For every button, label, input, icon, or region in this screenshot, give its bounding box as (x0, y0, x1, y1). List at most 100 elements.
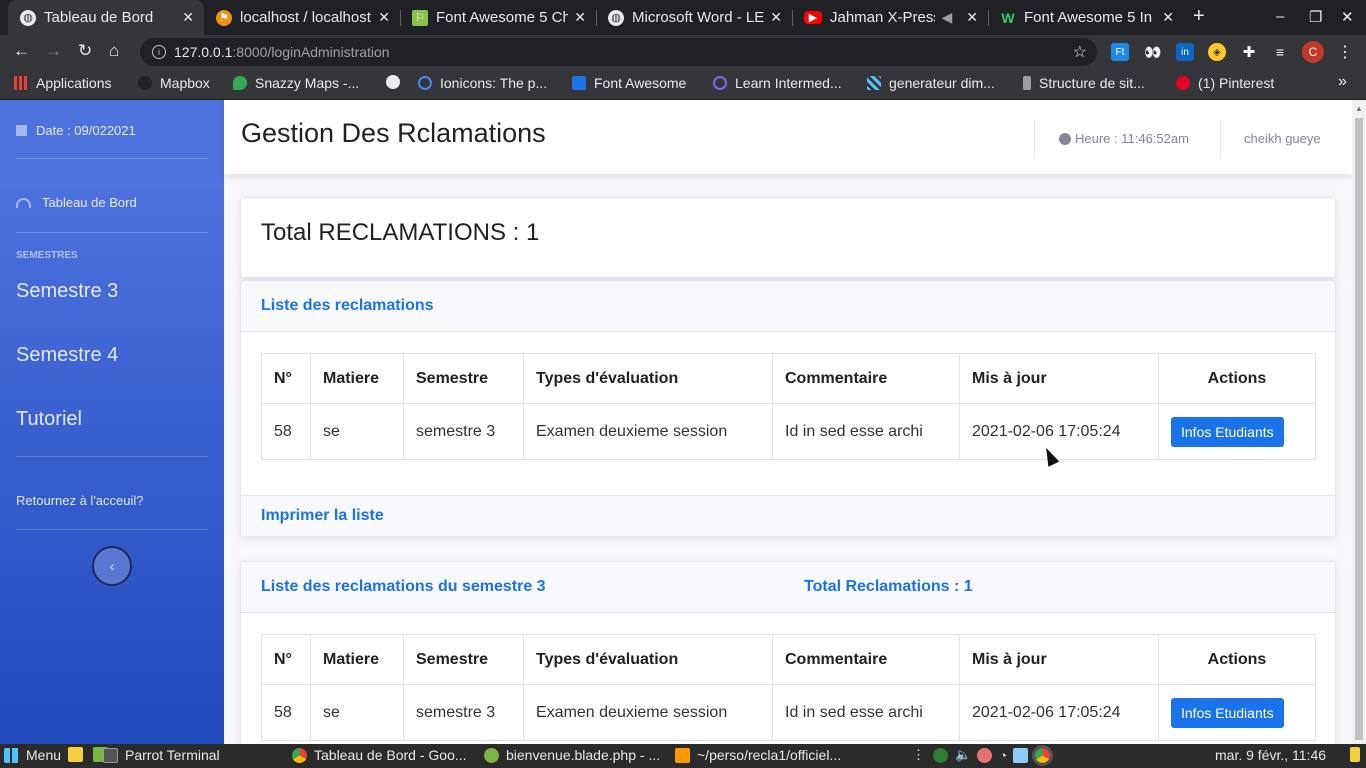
mute-icon[interactable]: ◀ (941, 9, 952, 26)
minimize-icon[interactable]: – (1276, 8, 1284, 25)
taskbar-item-terminal[interactable]: Parrot Terminal (103, 747, 220, 763)
browser-tab[interactable]: ⚐ Font Awesome 5 Ch ✕ (400, 0, 596, 35)
profile-avatar[interactable]: C (1302, 41, 1324, 63)
media-control-icon[interactable]: ≡ (1271, 43, 1289, 61)
bookmark-snazzy-maps[interactable]: Snazzy Maps -... (233, 75, 359, 91)
bookmark-structure[interactable]: Structure de sit... (1023, 75, 1145, 91)
cell-num: 58 (261, 403, 311, 460)
volume-icon[interactable]: 🔈 (955, 747, 971, 763)
total-reclamations: Total RECLAMATIONS : 1 (261, 219, 540, 246)
w-icon: W (1001, 9, 1015, 26)
bookmark-learn-intermediate[interactable]: Learn Intermed... (713, 75, 842, 91)
browser-tab-bar: ◍ Tableau de Bord ✕ ⚑ localhost / localh… (0, 0, 1366, 35)
bookmark-generateur[interactable]: generateur dim... (867, 75, 995, 91)
bookmark-pinterest[interactable]: (1) Pinterest (1176, 75, 1274, 91)
flag-icon (572, 76, 586, 90)
close-tab-icon[interactable]: ✕ (770, 9, 782, 26)
quick-launch-files[interactable] (68, 747, 90, 762)
bookmark-ionicons[interactable]: Ionicons: The p... (418, 75, 547, 91)
infos-etudiants-button[interactable]: Infos Etudiants (1171, 697, 1284, 728)
taskbar-clock[interactable]: mar. 9 févr., 11:46 (1215, 747, 1326, 763)
close-tab-icon[interactable]: ✕ (1162, 9, 1174, 26)
extension-eyes-icon[interactable]: 👀 (1144, 43, 1162, 61)
sidebar-date: Date : 09/022021 (16, 123, 136, 138)
browser-tab[interactable]: ▶ Jahman X-Press ◀ ✕ (792, 0, 988, 35)
bookmark-font-awesome[interactable]: Font Awesome (572, 75, 686, 91)
apps-grid-icon (14, 76, 28, 90)
cell-commentaire: Id in sed esse archi (772, 403, 960, 460)
forward-icon[interactable]: → (45, 41, 62, 61)
extension-compass-icon[interactable]: ◈ (1208, 43, 1226, 61)
table-header-row: N° Matiere Semestre Types d'évaluation C… (261, 353, 1316, 404)
browser-tab[interactable]: ⚑ localhost / localhost ✕ (204, 0, 400, 35)
semester-table: N° Matiere Semestre Types d'évaluation C… (261, 634, 1316, 741)
start-menu-button[interactable]: Menu (4, 747, 61, 763)
maximize-icon[interactable]: ❐ (1309, 8, 1322, 26)
close-window-icon[interactable]: ✕ (1341, 8, 1354, 26)
network-icon[interactable]: ◔ (999, 748, 1007, 763)
column-header: Mis à jour (959, 353, 1159, 404)
close-tab-icon[interactable]: ✕ (574, 9, 586, 26)
column-header: Actions (1158, 353, 1316, 404)
browser-tab[interactable]: W Font Awesome 5 In ✕ (988, 0, 1184, 35)
reload-icon[interactable]: ↻ (78, 41, 92, 61)
home-icon[interactable]: ⌂ (109, 41, 119, 61)
clipboard-icon[interactable] (1013, 747, 1029, 763)
bookmark-star-icon[interactable]: ☆ (1073, 42, 1087, 62)
taskbar-item-chrome[interactable]: Tableau de Bord - Goo... (292, 747, 467, 763)
show-desktop-button[interactable] (1350, 747, 1366, 762)
bookmark-mapbox[interactable]: Mapbox (138, 75, 210, 91)
vue-icon (713, 76, 727, 90)
sidebar-item-dashboard[interactable]: Tableau de Bord (16, 195, 137, 210)
page-title: Gestion Des Rclamations (241, 118, 546, 148)
back-icon[interactable]: ← (13, 41, 30, 61)
page-scrollbar[interactable]: ▲ (1352, 100, 1366, 744)
user-name[interactable]: cheikh gueye (1244, 131, 1321, 146)
extension-ft-icon[interactable]: Ft (1111, 43, 1129, 61)
more-icon[interactable]: ⋮ (912, 747, 925, 763)
browser-tab[interactable]: ◍ Microsoft Word - LE ✕ (596, 0, 792, 35)
extension-linkedin-icon[interactable]: in (1176, 43, 1194, 61)
sidebar-toggle-button[interactable]: ‹ (92, 546, 132, 586)
bookmark-globe[interactable] (386, 75, 408, 89)
infos-etudiants-button[interactable]: Infos Etudiants (1171, 416, 1284, 447)
site-info-icon[interactable]: i (152, 45, 166, 59)
print-list-link[interactable]: Imprimer la liste (261, 507, 384, 525)
tachometer-icon (16, 197, 31, 208)
url-host: 127.0.0.1 (174, 44, 233, 60)
back-home-link[interactable]: Retournez à l'acceuil? (16, 493, 144, 508)
sidebar-item-tutoriel[interactable]: Tutoriel (16, 408, 82, 431)
sidebar-heading: SEMESTRES (16, 250, 78, 261)
chrome-tray-icon[interactable] (1032, 744, 1054, 766)
globe-icon (386, 75, 400, 89)
close-tab-icon[interactable]: ✕ (182, 9, 194, 26)
browser-tab[interactable]: ◍ Tableau de Bord ✕ (8, 0, 204, 35)
bookmark-applications[interactable]: Applications (14, 75, 112, 91)
taskbar-item-sublime[interactable]: ~/perso/recla1/officiel... (675, 747, 841, 763)
address-bar[interactable]: i 127.0.0.1:8000/loginAdministration ☆ (140, 38, 1097, 66)
bluetooth-icon[interactable] (933, 747, 948, 763)
card-header: Liste des reclamations (241, 281, 1335, 332)
scroll-up-icon[interactable]: ▲ (1355, 104, 1363, 113)
taskbar-item-editor[interactable]: bienvenue.blade.php - ... (484, 747, 660, 763)
editor-icon (484, 747, 499, 763)
cell-date: 2021-02-06 17:05:24 (959, 684, 1159, 741)
update-icon[interactable] (977, 747, 993, 763)
close-tab-icon[interactable]: ✕ (966, 9, 978, 26)
extensions-puzzle-icon[interactable]: ✚ (1240, 43, 1258, 61)
mapbox-icon (138, 76, 152, 90)
semester-header-link[interactable]: Liste des reclamations du semestre 3 (261, 578, 546, 596)
new-tab-button[interactable]: + (1193, 5, 1205, 28)
globe-icon: ◍ (20, 9, 36, 26)
topbar-divider (1220, 120, 1221, 158)
menu-kebab-icon[interactable]: ⋮ (1336, 43, 1354, 61)
sidebar-item-semestre-4[interactable]: Semestre 4 (16, 344, 118, 367)
semester-reclamations-card: Liste des reclamations du semestre 3 Tot… (240, 561, 1336, 761)
close-tab-icon[interactable]: ✕ (378, 9, 390, 26)
scrollbar-thumb[interactable] (1355, 118, 1363, 740)
column-header: Mis à jour (959, 634, 1159, 685)
sidebar-item-semestre-3[interactable]: Semestre 3 (16, 280, 118, 303)
bookmarks-overflow-button[interactable]: » (1338, 73, 1347, 91)
sidebar-divider (16, 456, 208, 457)
list-header-link[interactable]: Liste des reclamations (261, 297, 434, 315)
